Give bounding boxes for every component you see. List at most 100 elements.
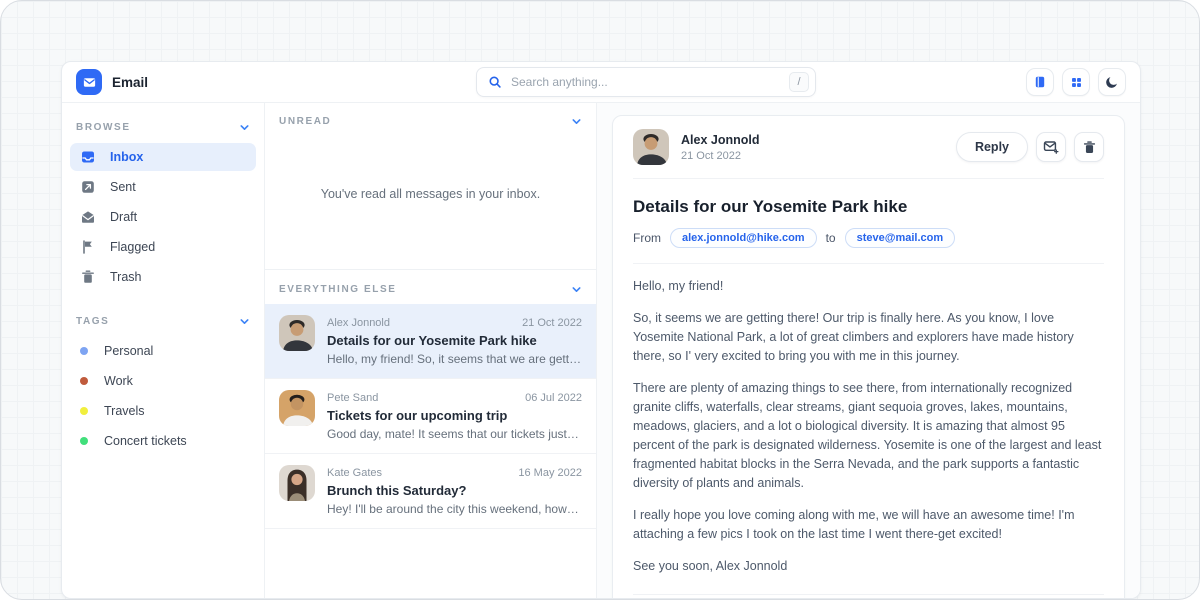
body-paragraph: There are plenty of amazing things to se… xyxy=(633,379,1104,493)
tag-item-personal[interactable]: Personal xyxy=(70,337,256,365)
search-shortcut-key: / xyxy=(789,72,809,92)
apps-grid-button[interactable] xyxy=(1062,68,1090,96)
email-subject: Details for our Yosemite Park hike xyxy=(327,333,582,348)
email-summary: Alex Jonnold 21 Oct 2022 Details for our… xyxy=(327,315,582,366)
tag-item-concert-tickets[interactable]: Concert tickets xyxy=(70,427,256,455)
email-body: Hello, my friend! So, it seems we are ge… xyxy=(633,277,1104,595)
brand: Email xyxy=(76,69,266,95)
detail-sender-name: Alex Jonnold xyxy=(681,133,759,147)
tag-item-work[interactable]: Work xyxy=(70,367,256,395)
search-bar[interactable]: / xyxy=(476,67,816,97)
inbox-icon xyxy=(80,149,96,165)
desktop-background: Email / xyxy=(0,0,1200,600)
unread-section-header: UNREAD xyxy=(265,103,596,135)
draft-envelope-icon xyxy=(80,209,96,225)
to-label: to xyxy=(826,231,836,245)
email-summary: Pete Sand 06 Jul 2022 Tickets for our up… xyxy=(327,390,582,441)
email-summary: Kate Gates 16 May 2022 Brunch this Satur… xyxy=(327,465,582,516)
sidebar-item-label: Trash xyxy=(110,270,142,284)
sidebar: BROWSE Inbox Sent Draft xyxy=(62,103,264,598)
sidebar-item-trash[interactable]: Trash xyxy=(70,263,256,291)
detail-date: 21 Oct 2022 xyxy=(681,150,759,162)
email-detail-pane: Alex Jonnold 21 Oct 2022 Reply xyxy=(597,103,1140,598)
notebook-button[interactable] xyxy=(1026,68,1054,96)
tags-section-header: TAGS xyxy=(70,305,256,337)
notebook-icon xyxy=(1033,75,1047,89)
tag-color-dot xyxy=(80,437,88,445)
unread-label: UNREAD xyxy=(279,116,331,127)
apps-grid-icon xyxy=(1070,76,1083,89)
everything-else-collapse-chevron-icon[interactable] xyxy=(571,284,582,295)
email-preview: Good day, mate! It seems that our ticket… xyxy=(327,427,582,441)
email-preview: Hey! I'll be around the city this weeken… xyxy=(327,502,582,516)
sidebar-item-inbox[interactable]: Inbox xyxy=(70,143,256,171)
avatar xyxy=(279,390,315,426)
from-address-chip[interactable]: alex.jonnold@hike.com xyxy=(670,228,817,248)
sender-meta: Alex Jonnold 21 Oct 2022 xyxy=(681,133,759,162)
email-subject: Tickets for our upcoming trip xyxy=(327,408,582,423)
envelope-forward-icon xyxy=(1043,139,1059,155)
detail-subject: Details for our Yosemite Park hike xyxy=(633,197,1104,217)
tag-label: Concert tickets xyxy=(104,434,187,448)
tags-label: TAGS xyxy=(76,316,109,327)
browse-label: BROWSE xyxy=(76,122,131,133)
everything-else-label: EVERYTHING ELSE xyxy=(279,284,397,295)
trash-icon xyxy=(80,269,96,285)
email-sender: Kate Gates xyxy=(327,467,382,479)
tag-color-dot xyxy=(80,347,88,355)
browse-section-header: BROWSE xyxy=(70,111,256,143)
dark-mode-button[interactable] xyxy=(1098,68,1126,96)
sidebar-item-flagged[interactable]: Flagged xyxy=(70,233,256,261)
email-preview: Hello, my friend! So, it seems that we a… xyxy=(327,352,582,366)
everything-else-section-header: EVERYTHING ELSE xyxy=(265,270,596,304)
body-paragraph: I really hope you love coming along with… xyxy=(633,506,1104,544)
unread-collapse-chevron-icon[interactable] xyxy=(571,116,582,127)
search-icon xyxy=(488,75,502,89)
tag-label: Travels xyxy=(104,404,145,418)
body-paragraph: So, it seems we are getting there! Our t… xyxy=(633,309,1104,366)
tags-collapse-chevron-icon[interactable] xyxy=(239,316,250,327)
delete-email-button[interactable] xyxy=(1074,132,1104,162)
message-list-column: UNREAD You've read all messages in your … xyxy=(264,103,597,598)
tag-label: Personal xyxy=(104,344,153,358)
from-label: From xyxy=(633,231,661,245)
email-date: 06 Jul 2022 xyxy=(525,392,582,404)
email-subject: Brunch this Saturday? xyxy=(327,483,582,498)
unread-section: UNREAD You've read all messages in your … xyxy=(265,103,596,270)
flag-icon xyxy=(80,239,96,255)
email-date: 21 Oct 2022 xyxy=(522,317,582,329)
from-to-row: From alex.jonnold@hike.com to steve@mail… xyxy=(633,228,1104,264)
avatar xyxy=(279,315,315,351)
search-input[interactable] xyxy=(511,75,780,89)
sidebar-item-label: Sent xyxy=(110,180,136,194)
tag-label: Work xyxy=(104,374,133,388)
sidebar-item-label: Inbox xyxy=(110,150,143,164)
email-sender: Alex Jonnold xyxy=(327,317,390,329)
top-bar: Email / xyxy=(62,62,1140,103)
sidebar-item-sent[interactable]: Sent xyxy=(70,173,256,201)
sidebar-item-draft[interactable]: Draft xyxy=(70,203,256,231)
body-signoff: See you soon, Alex Jonnold xyxy=(633,557,1104,576)
email-list-item-alex[interactable]: Alex Jonnold 21 Oct 2022 Details for our… xyxy=(265,304,596,379)
main-columns: BROWSE Inbox Sent Draft xyxy=(62,103,1140,598)
browse-collapse-chevron-icon[interactable] xyxy=(239,122,250,133)
sidebar-item-label: Flagged xyxy=(110,240,155,254)
unread-empty-message: You've read all messages in your inbox. xyxy=(265,135,596,269)
email-logo-icon xyxy=(76,69,102,95)
tag-color-dot xyxy=(80,407,88,415)
trash-icon xyxy=(1082,140,1097,155)
email-list-item-pete[interactable]: Pete Sand 06 Jul 2022 Tickets for our up… xyxy=(265,379,596,454)
top-actions xyxy=(1026,68,1126,96)
moon-icon xyxy=(1105,75,1119,89)
detail-actions: Reply xyxy=(956,132,1104,162)
tag-color-dot xyxy=(80,377,88,385)
reply-button[interactable]: Reply xyxy=(956,132,1028,162)
app-title: Email xyxy=(112,75,148,90)
email-sender: Pete Sand xyxy=(327,392,378,404)
sender-avatar xyxy=(633,129,669,165)
forward-email-button[interactable] xyxy=(1036,132,1066,162)
to-address-chip[interactable]: steve@mail.com xyxy=(845,228,956,248)
email-list-item-kate[interactable]: Kate Gates 16 May 2022 Brunch this Satur… xyxy=(265,454,596,529)
tag-item-travels[interactable]: Travels xyxy=(70,397,256,425)
email-date: 16 May 2022 xyxy=(518,467,582,479)
